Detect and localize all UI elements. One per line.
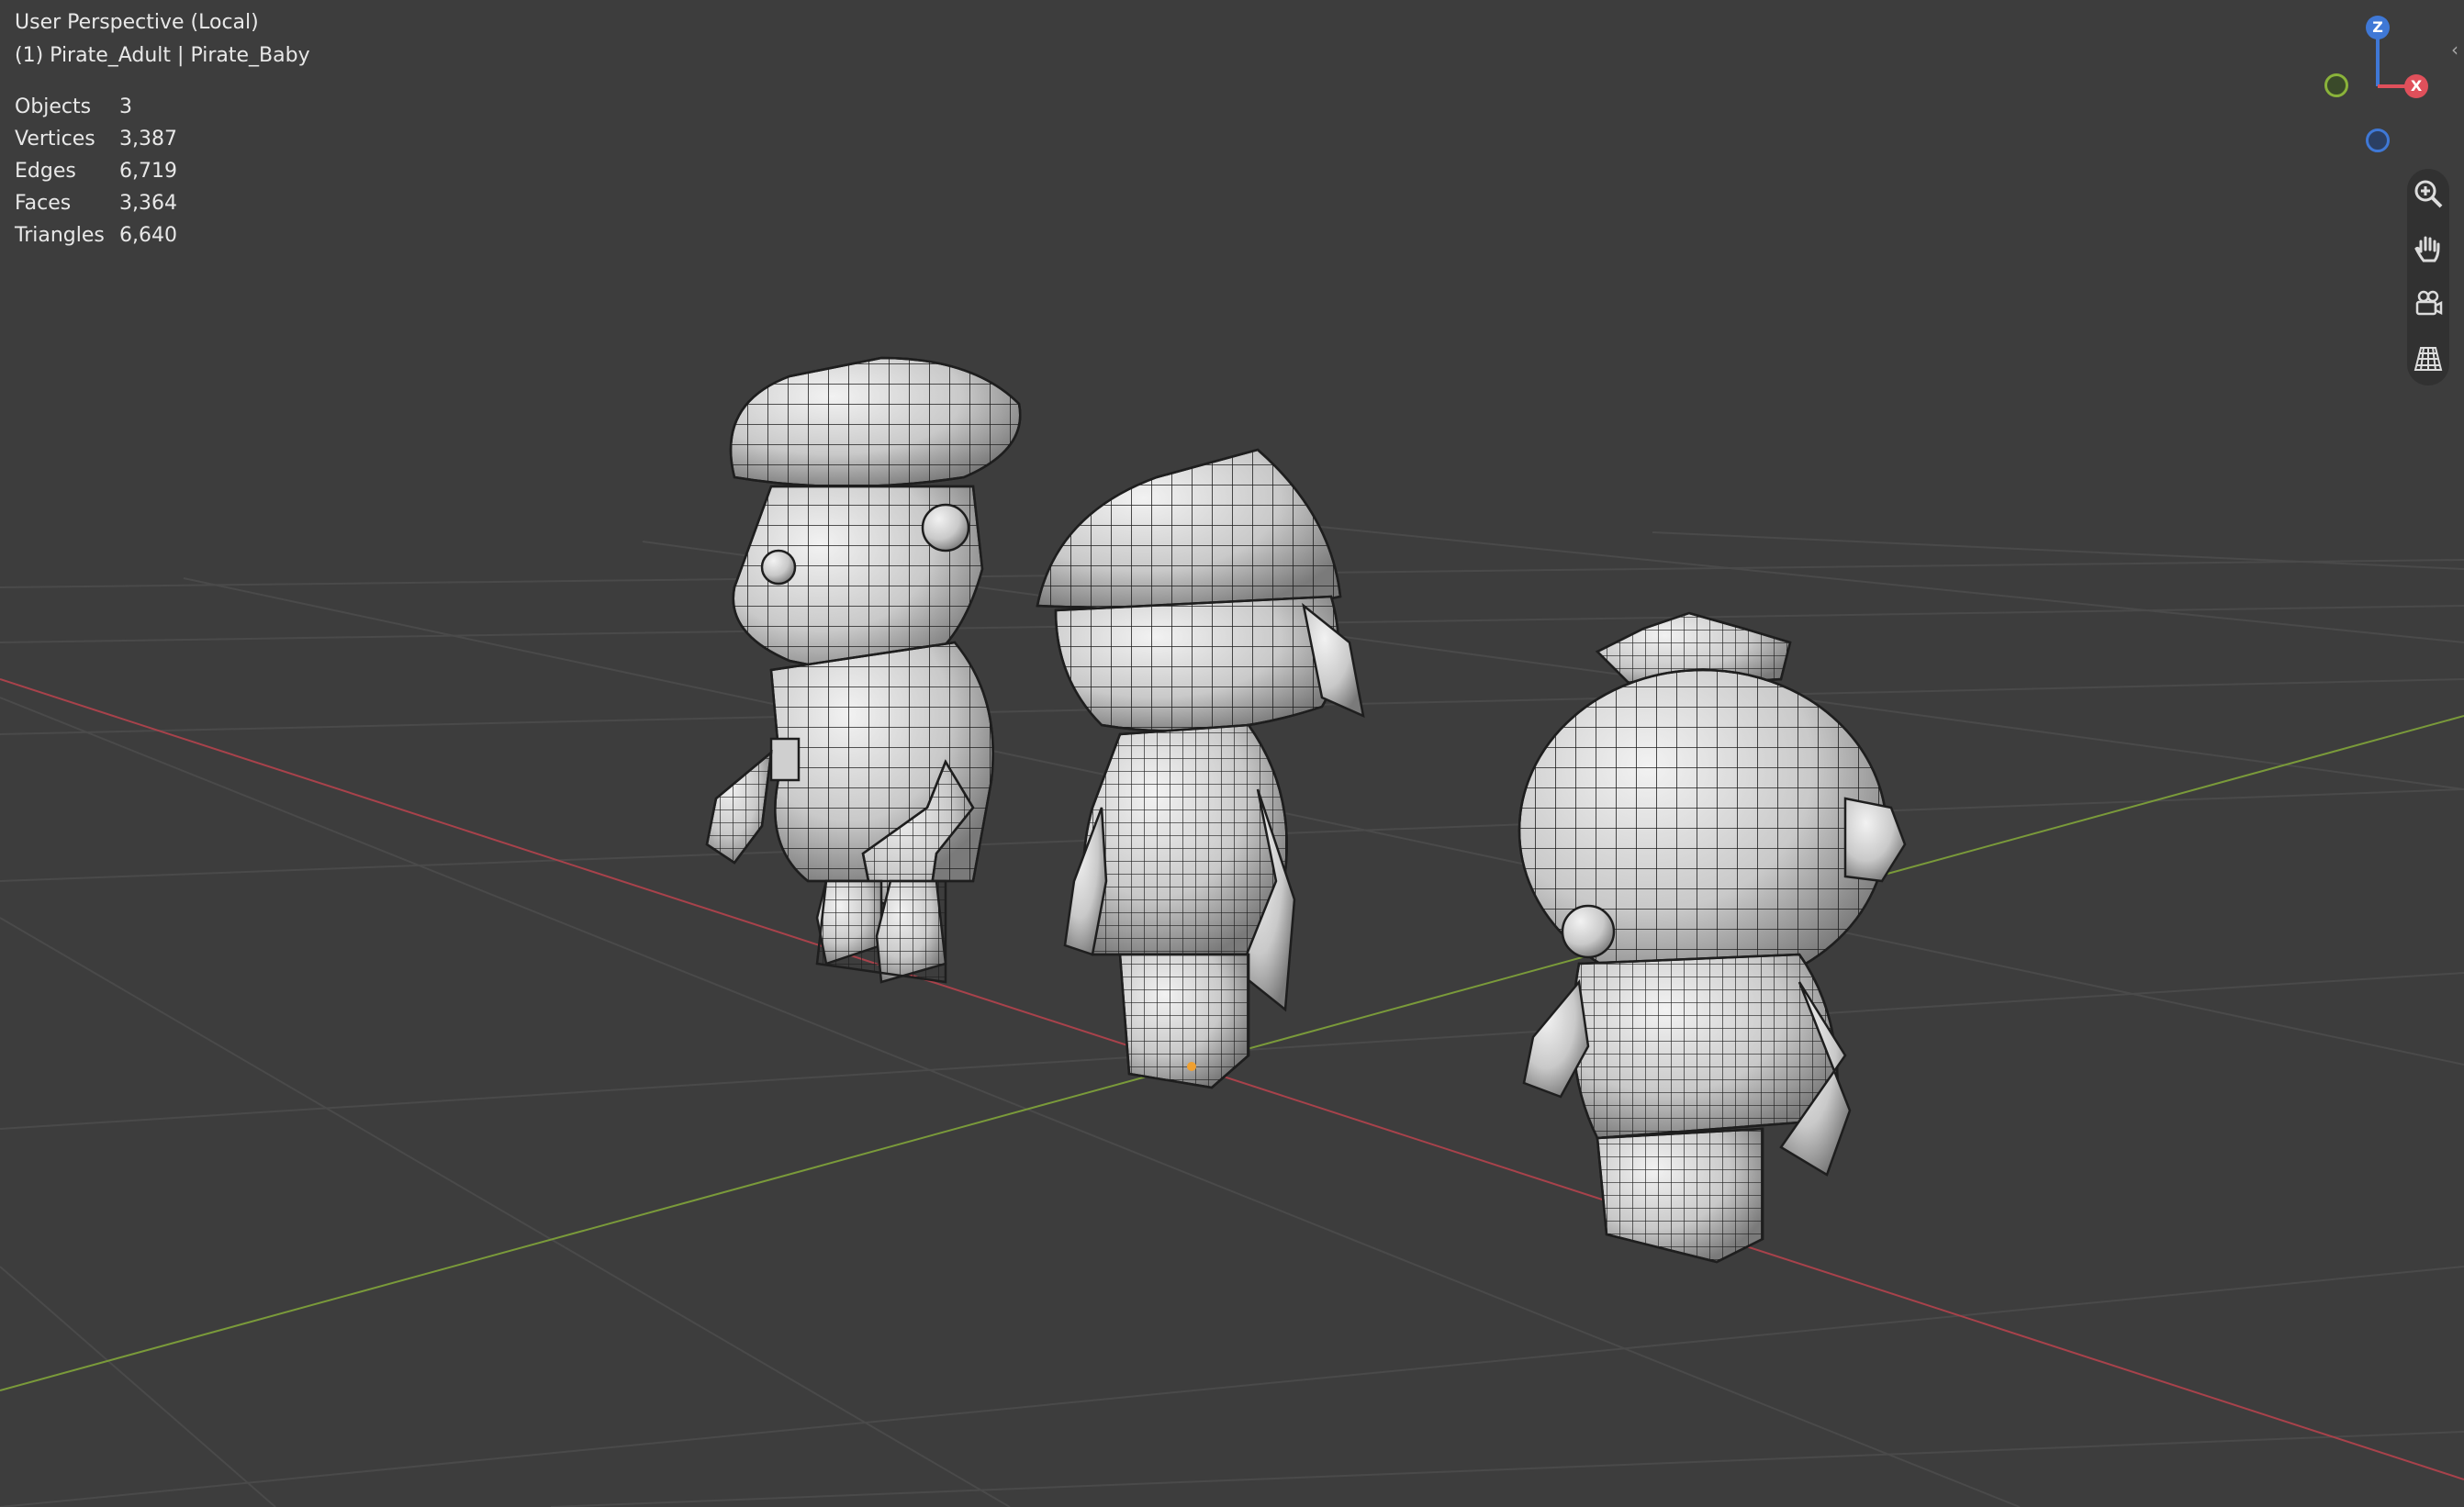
3d-viewport[interactable] xyxy=(0,0,2464,1507)
stat-faces: Faces 3,364 xyxy=(15,192,177,215)
active-collection: (1) Pirate_Adult | Pirate_Baby xyxy=(15,44,310,67)
stat-triangles: Triangles 6,640 xyxy=(15,224,177,247)
navigation-tools xyxy=(2407,169,2449,385)
zoom-icon[interactable] xyxy=(2411,176,2446,211)
pirate-child-model[interactable] xyxy=(1036,448,1365,1089)
gizmo-z-axis[interactable]: Z xyxy=(2366,16,2390,39)
pan-hand-icon[interactable] xyxy=(2411,231,2446,266)
gizmo-x-axis[interactable]: X xyxy=(2404,74,2428,98)
navigation-gizmo[interactable]: Z X xyxy=(2313,9,2442,165)
camera-view-icon[interactable] xyxy=(2411,286,2446,321)
sidebar-toggle-icon[interactable]: ‹ xyxy=(2451,37,2464,62)
gizmo-neg-y-axis[interactable] xyxy=(2324,73,2348,97)
view-name: User Perspective (Local) xyxy=(15,11,259,34)
pirate-adult-model[interactable] xyxy=(705,356,1022,984)
perspective-grid-icon[interactable] xyxy=(2411,341,2446,376)
gizmo-neg-z-axis[interactable] xyxy=(2366,128,2390,152)
scene-statistics: Objects 3 Vertices 3,387 Edges 6,719 Faces 3… xyxy=(15,95,177,256)
pirate-baby-model[interactable] xyxy=(1518,611,1907,1264)
stat-objects: Objects 3 xyxy=(15,95,132,118)
stat-edges: Edges 6,719 xyxy=(15,160,177,183)
stat-vertices: Vertices 3,387 xyxy=(15,128,177,151)
